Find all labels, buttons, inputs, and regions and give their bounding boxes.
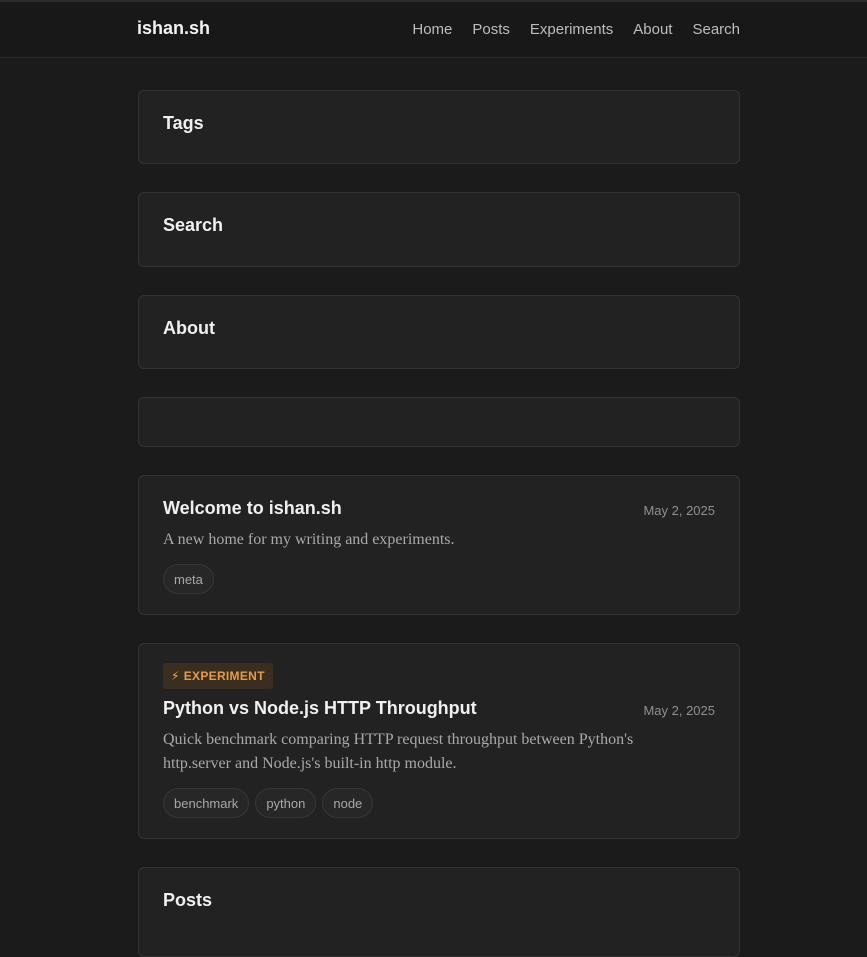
post-date: May 2, 2025: [643, 503, 715, 518]
tags-section: Tags: [138, 90, 740, 164]
nav-posts-link[interactable]: Posts: [472, 21, 510, 38]
nav-about-link[interactable]: About: [633, 21, 672, 38]
post-card[interactable]: Welcome to ishan.sh May 2, 2025 A new ho…: [138, 475, 740, 615]
post-description: A new home for my writing and experiment…: [163, 531, 455, 548]
about-section: About: [138, 295, 740, 369]
site-logo[interactable]: ishan.sh: [137, 18, 210, 39]
search-heading: Search: [163, 215, 224, 235]
about-heading: About: [163, 318, 215, 338]
post-title[interactable]: Python vs Node.js HTTP Throughput: [163, 698, 477, 719]
search-section: Search: [138, 192, 740, 267]
tag-python[interactable]: python: [255, 788, 317, 818]
tag-node[interactable]: node: [322, 788, 374, 818]
post-tags: benchmark python node: [163, 788, 374, 818]
tag-benchmark[interactable]: benchmark: [163, 788, 250, 818]
tags-heading: Tags: [163, 113, 204, 133]
lightning-icon: ⚡: [171, 669, 180, 683]
nav-home-link[interactable]: Home: [412, 21, 452, 38]
post-tags: meta: [163, 564, 214, 594]
nav-search-link[interactable]: Search: [692, 21, 740, 38]
post-description: Quick benchmark comparing HTTP request t…: [163, 731, 634, 772]
experiment-badge: ⚡ EXPERIMENT: [163, 663, 273, 689]
nav-experiments-link[interactable]: Experiments: [530, 21, 613, 38]
main-nav: Home Posts Experiments About Search: [412, 21, 740, 38]
experiment-card[interactable]: ⚡ EXPERIMENT Python vs Node.js HTTP Thro…: [138, 643, 740, 839]
posts-heading: Posts: [163, 890, 213, 910]
empty-section: [138, 397, 740, 447]
posts-section: Posts: [138, 867, 740, 957]
post-title[interactable]: Welcome to ishan.sh: [163, 498, 342, 519]
experiment-badge-label: EXPERIMENT: [183, 669, 265, 683]
post-date: May 2, 2025: [643, 703, 715, 718]
tag-meta[interactable]: meta: [163, 564, 214, 594]
site-header: ishan.sh Home Posts Experiments About Se…: [0, 0, 867, 58]
